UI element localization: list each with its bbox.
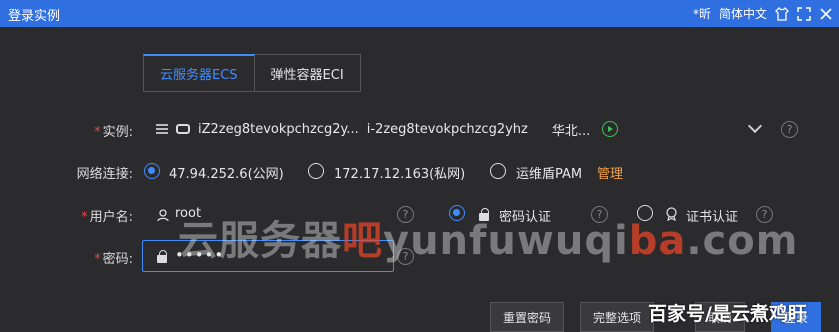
watermark-bottom: 百家号/是云煮鸡盱 bbox=[648, 303, 807, 325]
network-option-pam: 运维盾PAM bbox=[516, 167, 583, 182]
fullscreen-icon[interactable] bbox=[797, 6, 811, 21]
manage-link[interactable]: 管理 bbox=[597, 163, 623, 182]
language-selector[interactable]: 简体中文 bbox=[719, 5, 767, 22]
reset-password-button[interactable]: 重置密码 bbox=[490, 302, 565, 332]
close-icon[interactable] bbox=[819, 7, 833, 21]
instance-type-tabs: 云服务器ECS 弹性容器ECI bbox=[143, 54, 361, 92]
password-label: * 密码: bbox=[94, 252, 133, 267]
play-circle-icon bbox=[602, 121, 619, 137]
title-bar: 登录实例 *昕 简体中文 bbox=[0, 0, 839, 27]
watermark: 云服务器吧yunfuwuqiba.com bbox=[178, 218, 799, 264]
instance-region: 华北... bbox=[551, 123, 591, 139]
instance-id: i-2zeg8tevokpchzcg2yhz bbox=[366, 121, 528, 137]
network-radio-public[interactable] bbox=[144, 163, 160, 179]
network-option-public: 47.94.252.6(公网) bbox=[169, 167, 284, 182]
tab-eci[interactable]: 弹性容器ECI bbox=[254, 54, 361, 92]
tab-ecs[interactable]: 云服务器ECS bbox=[143, 54, 255, 92]
help-icon[interactable]: ? bbox=[781, 121, 798, 138]
instance-name: iZ2zeg8tevokpchzcg2y... bbox=[198, 121, 359, 137]
language-indicator: *昕 bbox=[692, 7, 711, 21]
title-bar-controls: *昕 简体中文 bbox=[693, 5, 833, 22]
user-icon bbox=[157, 207, 169, 226]
network-option-private: 172.17.12.163(私网) bbox=[334, 167, 466, 182]
network-radio-private[interactable] bbox=[308, 163, 324, 179]
network-radio-pam[interactable] bbox=[490, 163, 506, 179]
link-icon bbox=[176, 124, 190, 134]
window-title: 登录实例 bbox=[8, 9, 61, 24]
shirt-icon[interactable] bbox=[775, 6, 789, 21]
instance-label: * 实例: bbox=[94, 125, 133, 140]
complete-options-button[interactable]: 完整选项 bbox=[580, 302, 655, 332]
username-label: * 用户名: bbox=[81, 210, 133, 225]
lock-icon bbox=[157, 250, 167, 263]
grid-icon bbox=[156, 124, 168, 134]
instance-select[interactable]: iZ2zeg8tevokpchzcg2y... i-2zeg8tevokpchz… bbox=[142, 115, 770, 143]
network-label: 网络连接: bbox=[76, 167, 133, 182]
